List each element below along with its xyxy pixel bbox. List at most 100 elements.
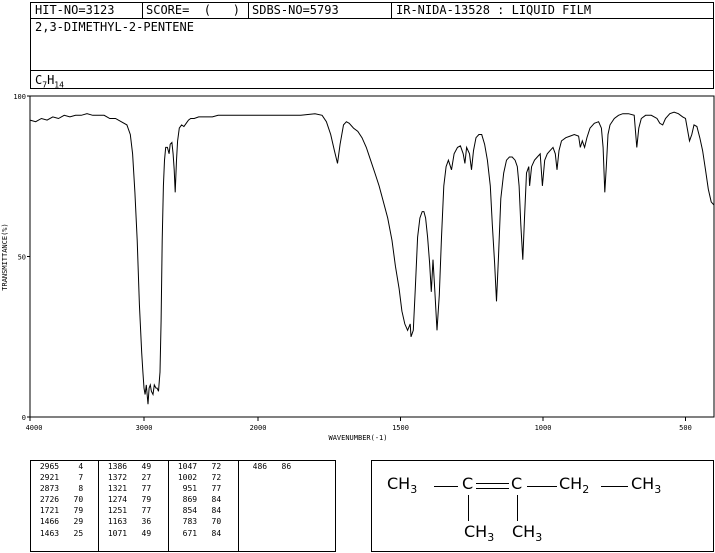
structure-diagram: CH3 C C CH2 CH3 CH3 CH3	[371, 460, 714, 552]
peak-wavenumber: 854	[173, 506, 198, 516]
peak-transmittance: 84	[197, 506, 222, 516]
single-bond	[468, 495, 469, 521]
spectrum-line	[29, 111, 715, 405]
methyl-group: CH3	[512, 522, 543, 545]
peak-row: 1274 79	[99, 494, 168, 505]
x-axis-label: WAVENUMBER(-1)	[328, 434, 387, 442]
peak-wavenumber: 1071	[103, 528, 128, 538]
peak-wavenumber: 1002	[173, 473, 198, 483]
peak-wavenumber: 2965	[35, 462, 60, 471]
peak-wavenumber: 1372	[103, 473, 128, 483]
methyl-group: CH3	[387, 474, 418, 497]
peak-wavenumber: 1163	[103, 517, 128, 527]
peak-wavenumber: 2921	[35, 473, 60, 483]
peak-row: 1466 29	[31, 516, 98, 527]
peak-transmittance: 4	[59, 462, 84, 471]
y-tick-label: 100	[13, 93, 26, 101]
single-bond	[517, 495, 518, 521]
y-axis-label: TRANSMITTANCE(%)	[1, 223, 9, 290]
peak-row: 783 70	[169, 516, 238, 527]
y-tick-label: 0	[22, 414, 26, 422]
alkene-carbon: C	[462, 474, 474, 493]
x-tick-label: 2000	[250, 424, 267, 432]
peak-wavenumber: 2873	[35, 484, 60, 494]
peak-row: 1163 36	[99, 516, 168, 527]
peak-row: 2873 8	[31, 483, 98, 494]
peak-wavenumber: 783	[173, 517, 198, 527]
peak-transmittance: 86	[267, 462, 292, 471]
peak-row: 1721 79	[31, 505, 98, 516]
peak-column: 2965 4 2921 7 2873 8 2726 70 1721 79 146…	[31, 461, 99, 551]
peak-transmittance: 8	[59, 484, 84, 494]
peak-transmittance: 77	[197, 484, 222, 494]
peak-transmittance: 79	[127, 495, 152, 505]
peak-transmittance: 7	[59, 473, 84, 483]
peak-wavenumber: 1466	[35, 517, 60, 527]
peak-row: 1251 77	[99, 505, 168, 516]
x-tick-label: 1000	[535, 424, 552, 432]
ir-spectrum-chart: 4000 3000 2000 1500 1000 500100500 WAVENUMBER…	[1, 93, 715, 442]
double-bond	[476, 483, 509, 484]
peak-wavenumber: 486	[243, 462, 268, 471]
peak-transmittance: 79	[59, 506, 84, 516]
methylene-group: CH2	[559, 474, 590, 497]
single-bond	[434, 486, 458, 487]
peak-transmittance: 70	[197, 517, 222, 527]
peak-row: 2965 4	[31, 461, 98, 472]
peak-row: 1071 49	[99, 528, 168, 539]
peak-transmittance: 49	[127, 528, 152, 538]
methyl-group: CH3	[464, 522, 495, 545]
peak-row: 869 84	[169, 494, 238, 505]
peak-wavenumber: 951	[173, 484, 198, 494]
peak-row: 486 86	[239, 461, 335, 472]
peak-column: 1047 72 1002 72 951 77 869 84 854 84 783…	[169, 461, 239, 551]
peak-row: 1047 72	[169, 461, 238, 472]
peak-transmittance: 36	[127, 517, 152, 527]
peak-transmittance: 27	[127, 473, 152, 483]
peak-transmittance: 72	[197, 462, 222, 471]
peak-row: 1386 49	[99, 461, 168, 472]
peak-wavenumber: 1251	[103, 506, 128, 516]
peak-transmittance: 25	[59, 528, 84, 538]
peak-transmittance: 49	[127, 462, 152, 471]
peak-transmittance: 84	[197, 528, 222, 538]
x-tick-label: 1500	[392, 424, 409, 432]
peak-wavenumber: 869	[173, 495, 198, 505]
single-bond	[527, 486, 557, 487]
peak-wavenumber: 671	[173, 528, 198, 538]
plot-frame	[29, 95, 715, 418]
peak-transmittance: 84	[197, 495, 222, 505]
peak-wavenumber: 2726	[35, 495, 60, 505]
peak-column: 1386 49 1372 27 1321 77 1274 79 1251 77 …	[99, 461, 169, 551]
peak-row: 671 84	[169, 528, 238, 539]
peak-table: 2965 4 2921 7 2873 8 2726 70 1721 79 146…	[30, 460, 336, 552]
peak-row: 2726 70	[31, 494, 98, 505]
peak-transmittance: 70	[59, 495, 84, 505]
methyl-group: CH3	[631, 474, 662, 497]
peak-row: 854 84	[169, 505, 238, 516]
x-tick-label: 3000	[136, 424, 153, 432]
peak-transmittance: 29	[59, 517, 84, 527]
peak-wavenumber: 1274	[103, 495, 128, 505]
peak-wavenumber: 1321	[103, 484, 128, 494]
y-tick-label: 50	[18, 254, 26, 262]
peak-wavenumber: 1047	[173, 462, 198, 471]
peak-wavenumber: 1721	[35, 506, 60, 516]
peak-transmittance: 77	[127, 484, 152, 494]
peak-column: 486 86	[239, 461, 335, 551]
peak-transmittance: 72	[197, 473, 222, 483]
peak-row: 2921 7	[31, 472, 98, 483]
x-tick-label: 500	[679, 424, 692, 432]
peak-row: 951 77	[169, 483, 238, 494]
peak-row: 1463 25	[31, 528, 98, 539]
peak-wavenumber: 1463	[35, 528, 60, 538]
x-tick-label: 4000	[26, 424, 43, 432]
peak-row: 1002 72	[169, 472, 238, 483]
double-bond	[476, 488, 509, 489]
peak-row: 1321 77	[99, 483, 168, 494]
alkene-carbon: C	[511, 474, 523, 493]
single-bond	[601, 486, 628, 487]
peak-wavenumber: 1386	[103, 462, 128, 471]
peak-row: 1372 27	[99, 472, 168, 483]
peak-transmittance: 77	[127, 506, 152, 516]
